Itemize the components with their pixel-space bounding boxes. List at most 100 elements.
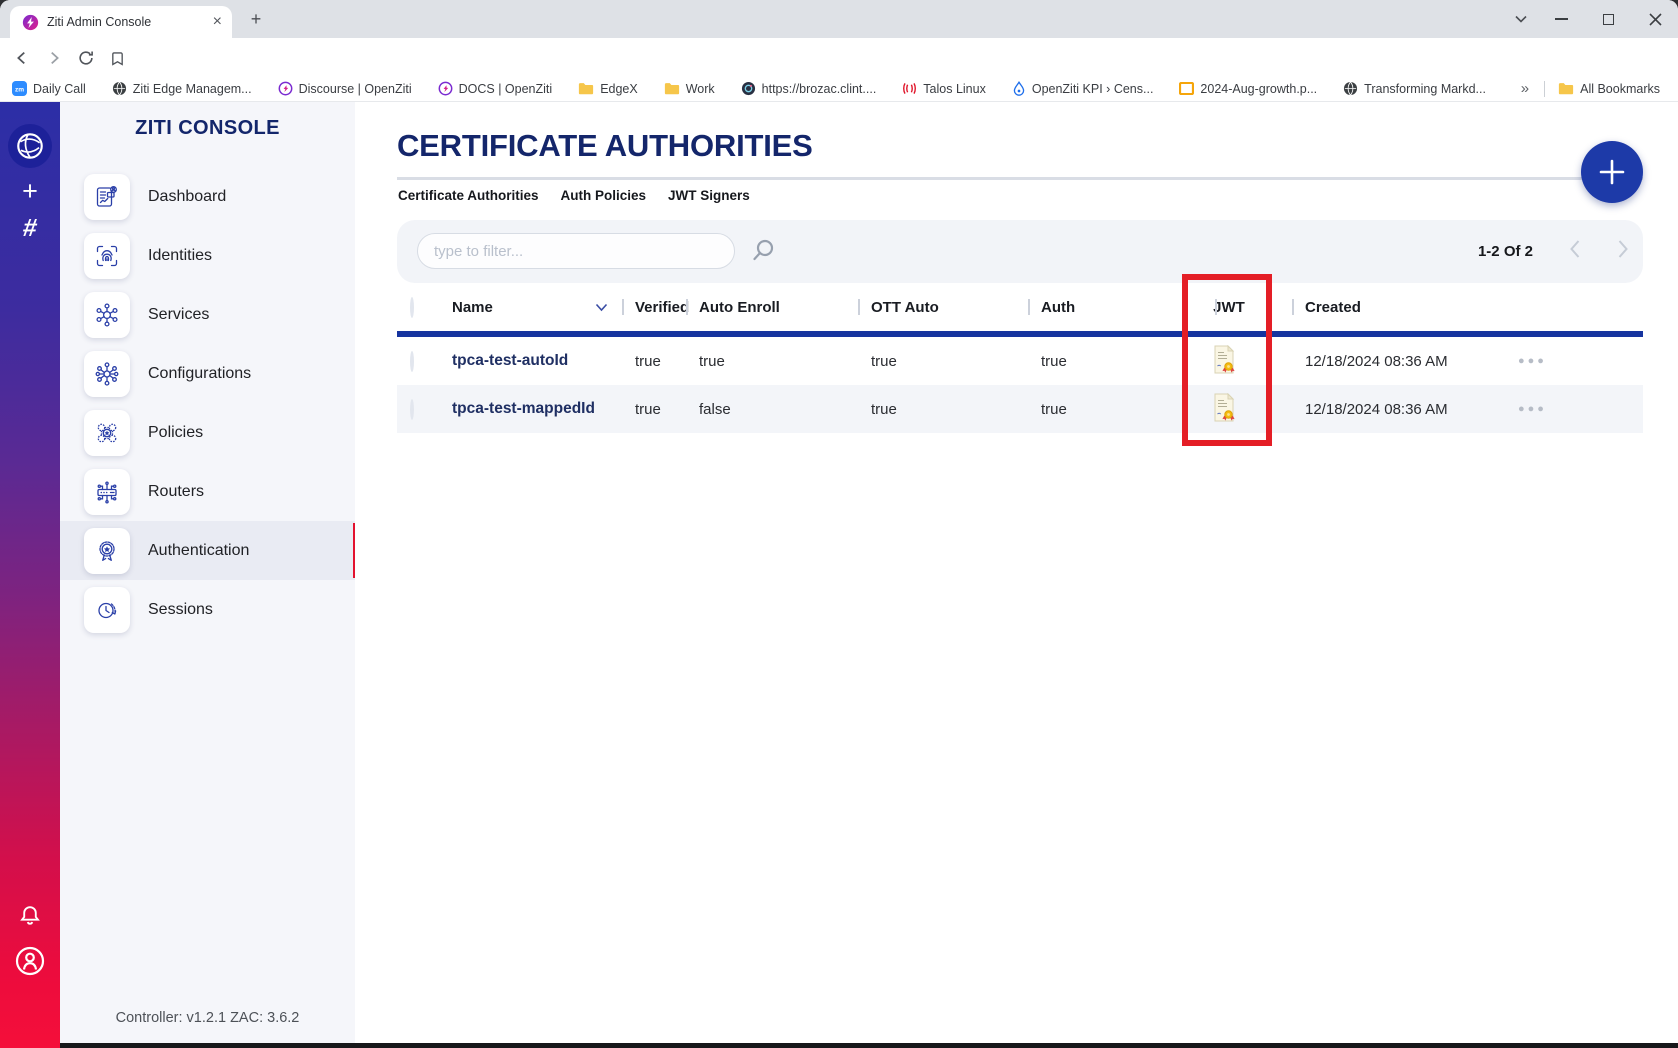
- router-icon: [84, 469, 130, 515]
- bell-icon[interactable]: [16, 902, 44, 930]
- dark-site-icon: [741, 81, 756, 96]
- ca-name[interactable]: tpca-test-autoId: [452, 352, 622, 370]
- tab-search-chevron-icon[interactable]: [1506, 9, 1536, 29]
- sidebar-item-services[interactable]: Services: [60, 285, 355, 344]
- gears-star-icon: [84, 410, 130, 456]
- filter-input[interactable]: [434, 243, 718, 260]
- minimize-button[interactable]: [1546, 9, 1576, 29]
- jwt-certificate-icon[interactable]: [1212, 345, 1236, 378]
- forward-icon[interactable]: [42, 46, 66, 70]
- col-ott-auto[interactable]: OTT Auto: [858, 299, 1028, 316]
- tab-jwt-signers[interactable]: JWT Signers: [668, 188, 750, 203]
- sidebar-item-dashboard[interactable]: Dashboard: [60, 167, 355, 226]
- sidebar-item-policies[interactable]: Policies: [60, 403, 355, 462]
- bookmark-flag-icon[interactable]: [105, 46, 129, 70]
- sidebar-item-label: Dashboard: [148, 188, 226, 206]
- hash-icon[interactable]: #: [21, 214, 39, 243]
- zoom-icon: zm: [12, 81, 27, 96]
- ca-name[interactable]: tpca-test-mappedId: [452, 400, 622, 418]
- ziti-logo-icon[interactable]: [8, 124, 52, 168]
- chevron-left-icon[interactable]: [1569, 239, 1581, 264]
- auth-value: true: [1028, 353, 1178, 370]
- plus-icon[interactable]: +: [22, 176, 38, 207]
- bookmark-openziti-kpi[interactable]: OpenZiti KPI › Cens...: [1012, 81, 1154, 96]
- browser-window: Ziti Admin Console × +: [0, 0, 1678, 1048]
- col-auto-enroll[interactable]: Auto Enroll: [686, 299, 858, 316]
- col-verified[interactable]: Verified: [622, 299, 686, 316]
- tab-title: Ziti Admin Console: [47, 15, 205, 29]
- new-tab-button[interactable]: +: [247, 10, 265, 28]
- sidebar-item-routers[interactable]: Routers: [60, 462, 355, 521]
- browser-titlebar: Ziti Admin Console × +: [0, 0, 1678, 38]
- sidebar-item-label: Configurations: [148, 365, 251, 383]
- tab-auth-policies[interactable]: Auth Policies: [561, 188, 647, 203]
- bookmark-ziti-edge[interactable]: Ziti Edge Managem...: [112, 81, 252, 96]
- globe-icon: [112, 81, 127, 96]
- ott-auto-value: true: [858, 353, 1028, 370]
- auth-value: true: [1028, 401, 1178, 418]
- col-name[interactable]: Name: [452, 299, 622, 316]
- bookmark-transforming-markd[interactable]: Transforming Markd...: [1343, 81, 1486, 96]
- page-title: CERTIFICATE AUTHORITIES: [397, 128, 813, 164]
- ca-table: Name Verified Auto Enroll OTT Auto Auth …: [397, 283, 1643, 433]
- tab-close-icon[interactable]: ×: [213, 14, 222, 30]
- sidebar-item-label: Sessions: [148, 601, 213, 619]
- bookmark-talos-linux[interactable]: Talos Linux: [902, 81, 986, 96]
- jwt-certificate-icon[interactable]: [1212, 393, 1236, 426]
- yellow-doc-icon: [1179, 82, 1194, 95]
- table-header-row: Name Verified Auto Enroll OTT Auto Auth …: [397, 283, 1643, 331]
- bookmark-docs-openziti[interactable]: DOCS | OpenZiti: [438, 81, 553, 96]
- col-jwt[interactable]: JWT: [1203, 299, 1245, 316]
- table-row[interactable]: tpca-test-autoId true true true true 12/…: [397, 337, 1643, 385]
- select-all-checkbox[interactable]: [410, 297, 414, 318]
- row-checkbox[interactable]: [410, 351, 414, 372]
- sidebar-item-configurations[interactable]: Configurations: [60, 344, 355, 403]
- sort-chevron-icon[interactable]: [595, 303, 608, 312]
- table-row[interactable]: tpca-test-mappedId true false true true …: [397, 385, 1643, 433]
- bookmark-brozac[interactable]: https://brozac.clint....: [741, 81, 877, 96]
- bookmark-folder-edgex[interactable]: EdgeX: [578, 82, 638, 96]
- all-bookmarks-button[interactable]: All Bookmarks: [1558, 82, 1660, 96]
- tab-certificate-authorities[interactable]: Certificate Authorities: [398, 188, 539, 203]
- chevron-right-icon[interactable]: [1617, 239, 1629, 264]
- row-checkbox[interactable]: [410, 399, 414, 420]
- title-divider: [397, 177, 1643, 180]
- browser-tab[interactable]: Ziti Admin Console ×: [10, 6, 232, 38]
- globe-icon: [1343, 81, 1358, 96]
- add-button[interactable]: [1581, 141, 1643, 203]
- bookmark-growth-doc[interactable]: 2024-Aug-growth.p...: [1179, 82, 1317, 96]
- reload-icon[interactable]: [74, 46, 98, 70]
- close-window-button[interactable]: [1640, 9, 1670, 29]
- user-icon[interactable]: [13, 944, 47, 978]
- col-created[interactable]: Created: [1270, 299, 1516, 316]
- pagination: 1-2 Of 2: [1478, 220, 1629, 283]
- pagination-range: 1-2 Of 2: [1478, 243, 1533, 260]
- fingerprint-icon: [84, 233, 130, 279]
- bookmark-folder-work[interactable]: Work: [664, 82, 715, 96]
- sidebar-item-identities[interactable]: Identities: [60, 226, 355, 285]
- left-rail: + #: [0, 102, 60, 1048]
- sidebar-item-authentication[interactable]: Authentication: [60, 521, 355, 580]
- created-value: 12/18/2024 08:36 AM: [1270, 353, 1516, 370]
- bookmark-daily-call[interactable]: zm Daily Call: [12, 81, 86, 96]
- bookmarks-overflow-chevron[interactable]: »: [1521, 80, 1529, 97]
- created-value: 12/18/2024 08:36 AM: [1270, 401, 1516, 418]
- filter-panel: 1-2 Of 2: [397, 220, 1643, 283]
- col-auth[interactable]: Auth: [1028, 299, 1178, 316]
- browser-toolbar: https://ctrl.cdaws.clint.demo.openziti.o…: [0, 38, 1678, 76]
- verified-value: true: [622, 401, 686, 418]
- network-icon: [84, 292, 130, 338]
- verified-value: true: [622, 353, 686, 370]
- back-icon[interactable]: [10, 46, 34, 70]
- blue-droplet-icon: [1012, 81, 1026, 96]
- row-actions-menu-icon[interactable]: ●●●: [1516, 403, 1643, 415]
- sidebar-item-label: Policies: [148, 424, 203, 442]
- bookmark-discourse-openziti[interactable]: Discourse | OpenZiti: [278, 81, 412, 96]
- maximize-button[interactable]: [1593, 9, 1623, 29]
- row-actions-menu-icon[interactable]: ●●●: [1516, 355, 1643, 367]
- sidebar-item-sessions[interactable]: Sessions: [60, 580, 355, 639]
- search-icon[interactable]: [749, 237, 777, 270]
- filter-input-wrap[interactable]: [417, 233, 735, 269]
- sidebar-item-label: Routers: [148, 483, 204, 501]
- brand-title: ZITI CONSOLE: [60, 117, 355, 140]
